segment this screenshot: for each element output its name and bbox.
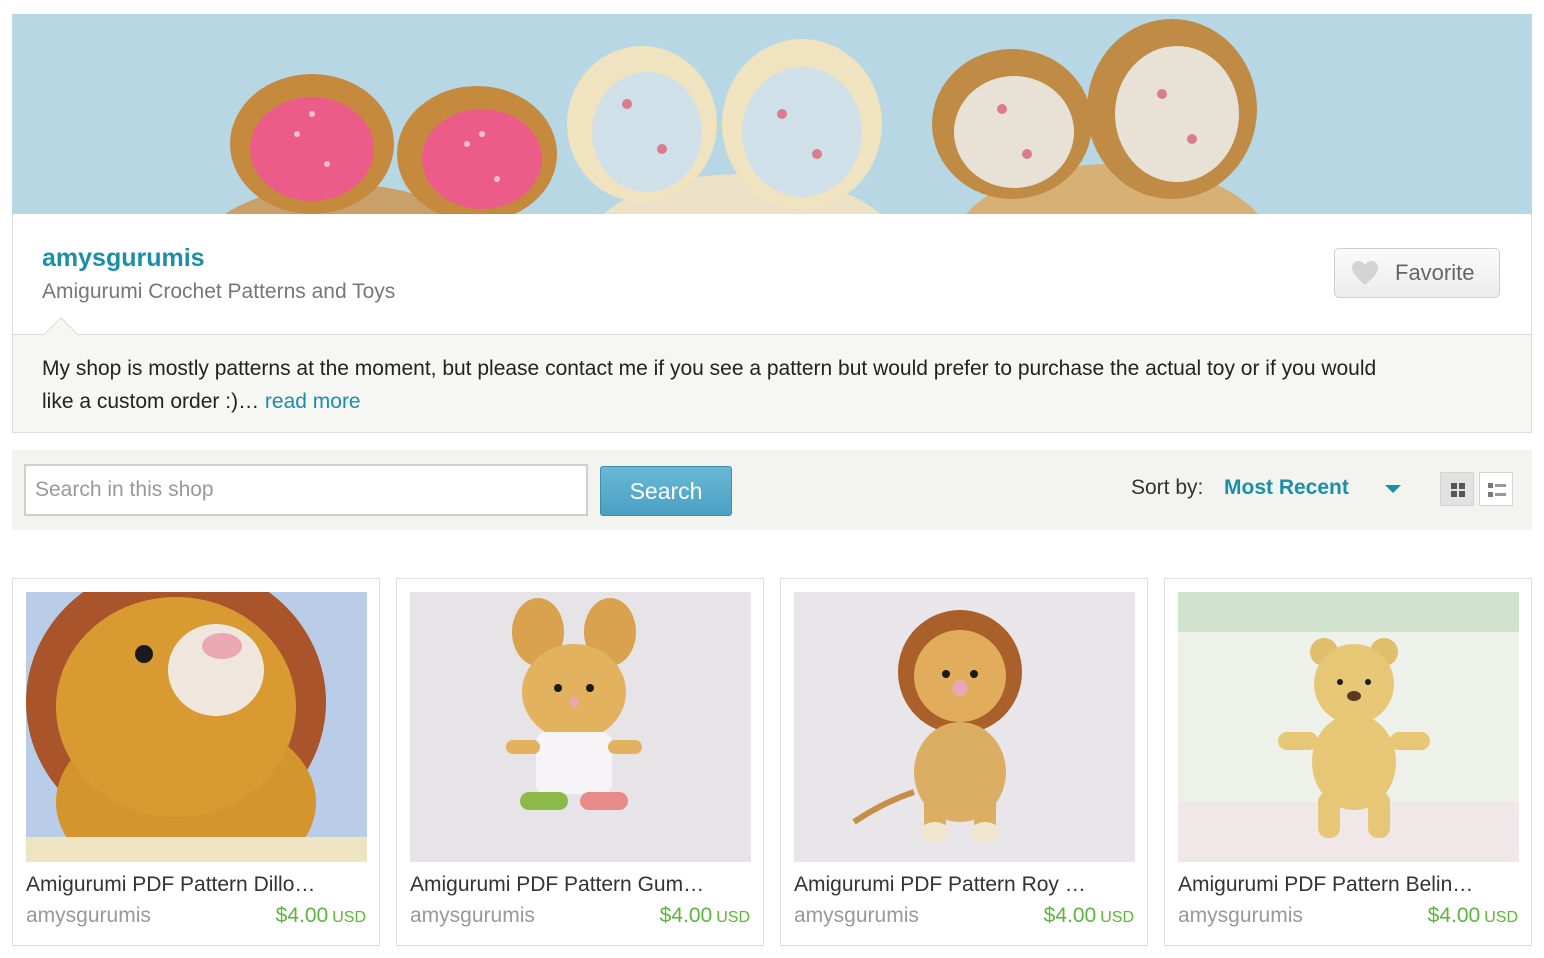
shop-header: amysgurumis Amigurumi Crochet Patterns a… [12,214,1532,433]
listing-price: $4.00 USD [660,904,750,928]
announcement-body: My shop is mostly patterns at the moment… [42,357,1377,413]
shop-tagline: Amigurumi Crochet Patterns and Toys [42,280,396,303]
listing-title[interactable]: Amigurumi PDF Pattern Gum… [410,873,751,897]
listing-thumbnail [410,592,751,862]
announcement-pointer [44,317,78,351]
price-currency: USD [716,909,750,926]
listing-price: $4.00 USD [1044,904,1134,928]
read-more-link[interactable]: read more [265,390,361,413]
caret-down-icon[interactable] [1385,485,1401,493]
shop-banner [12,14,1532,214]
listing-image[interactable] [1178,592,1519,862]
listing-seller[interactable]: amysgurumis [26,904,151,928]
listing-seller[interactable]: amysgurumis [410,904,535,928]
listing-title[interactable]: Amigurumi PDF Pattern Dillo… [26,873,367,897]
listing-seller[interactable]: amysgurumis [794,904,919,928]
price-amount: $4.00 [1427,904,1481,927]
sort-dropdown[interactable]: Most Recent [1224,476,1349,500]
price-amount: $4.00 [1043,904,1097,927]
listing-thumbnail [794,592,1135,862]
listing-thumbnail [26,592,367,862]
heart-icon [1352,261,1378,285]
listing-thumbnail [1178,592,1519,862]
shop-name[interactable]: amysgurumis [42,244,205,273]
listing-seller[interactable]: amysgurumis [1178,904,1303,928]
announcement-text: My shop is mostly patterns at the moment… [42,352,1402,418]
listing-image[interactable] [26,592,367,862]
shop-toolbar: Search Sort by: Most Recent [12,450,1532,530]
listing-title[interactable]: Amigurumi PDF Pattern Roy … [794,873,1135,897]
favorite-button[interactable]: Favorite [1334,248,1500,298]
list-view-icon [1488,483,1506,497]
search-button[interactable]: Search [600,466,732,516]
listing-image[interactable] [794,592,1135,862]
banner-image [12,14,1532,214]
grid-view-button[interactable] [1440,472,1474,506]
listing-card[interactable]: Amigurumi PDF Pattern Dillo… amysgurumis… [12,578,380,946]
price-amount: $4.00 [275,904,329,927]
grid-view-icon [1451,483,1465,497]
sort-label: Sort by: [1131,476,1204,499]
listings-grid: Amigurumi PDF Pattern Dillo… amysgurumis… [12,578,1532,946]
favorite-label: Favorite [1395,260,1475,285]
shop-search-input[interactable] [24,464,588,516]
listing-card[interactable]: Amigurumi PDF Pattern Belin… amysgurumis… [1164,578,1532,946]
listing-price: $4.00 USD [276,904,366,928]
listing-card[interactable]: Amigurumi PDF Pattern Roy … amysgurumis … [780,578,1148,946]
listing-title[interactable]: Amigurumi PDF Pattern Belin… [1178,873,1519,897]
price-currency: USD [1100,909,1134,926]
shop-announcement: My shop is mostly patterns at the moment… [13,317,1531,432]
price-currency: USD [332,909,366,926]
price-currency: USD [1484,909,1518,926]
listing-card[interactable]: Amigurumi PDF Pattern Gum… amysgurumis $… [396,578,764,946]
list-view-button[interactable] [1479,472,1513,506]
listing-image[interactable] [410,592,751,862]
price-amount: $4.00 [659,904,713,927]
listing-price: $4.00 USD [1428,904,1518,928]
